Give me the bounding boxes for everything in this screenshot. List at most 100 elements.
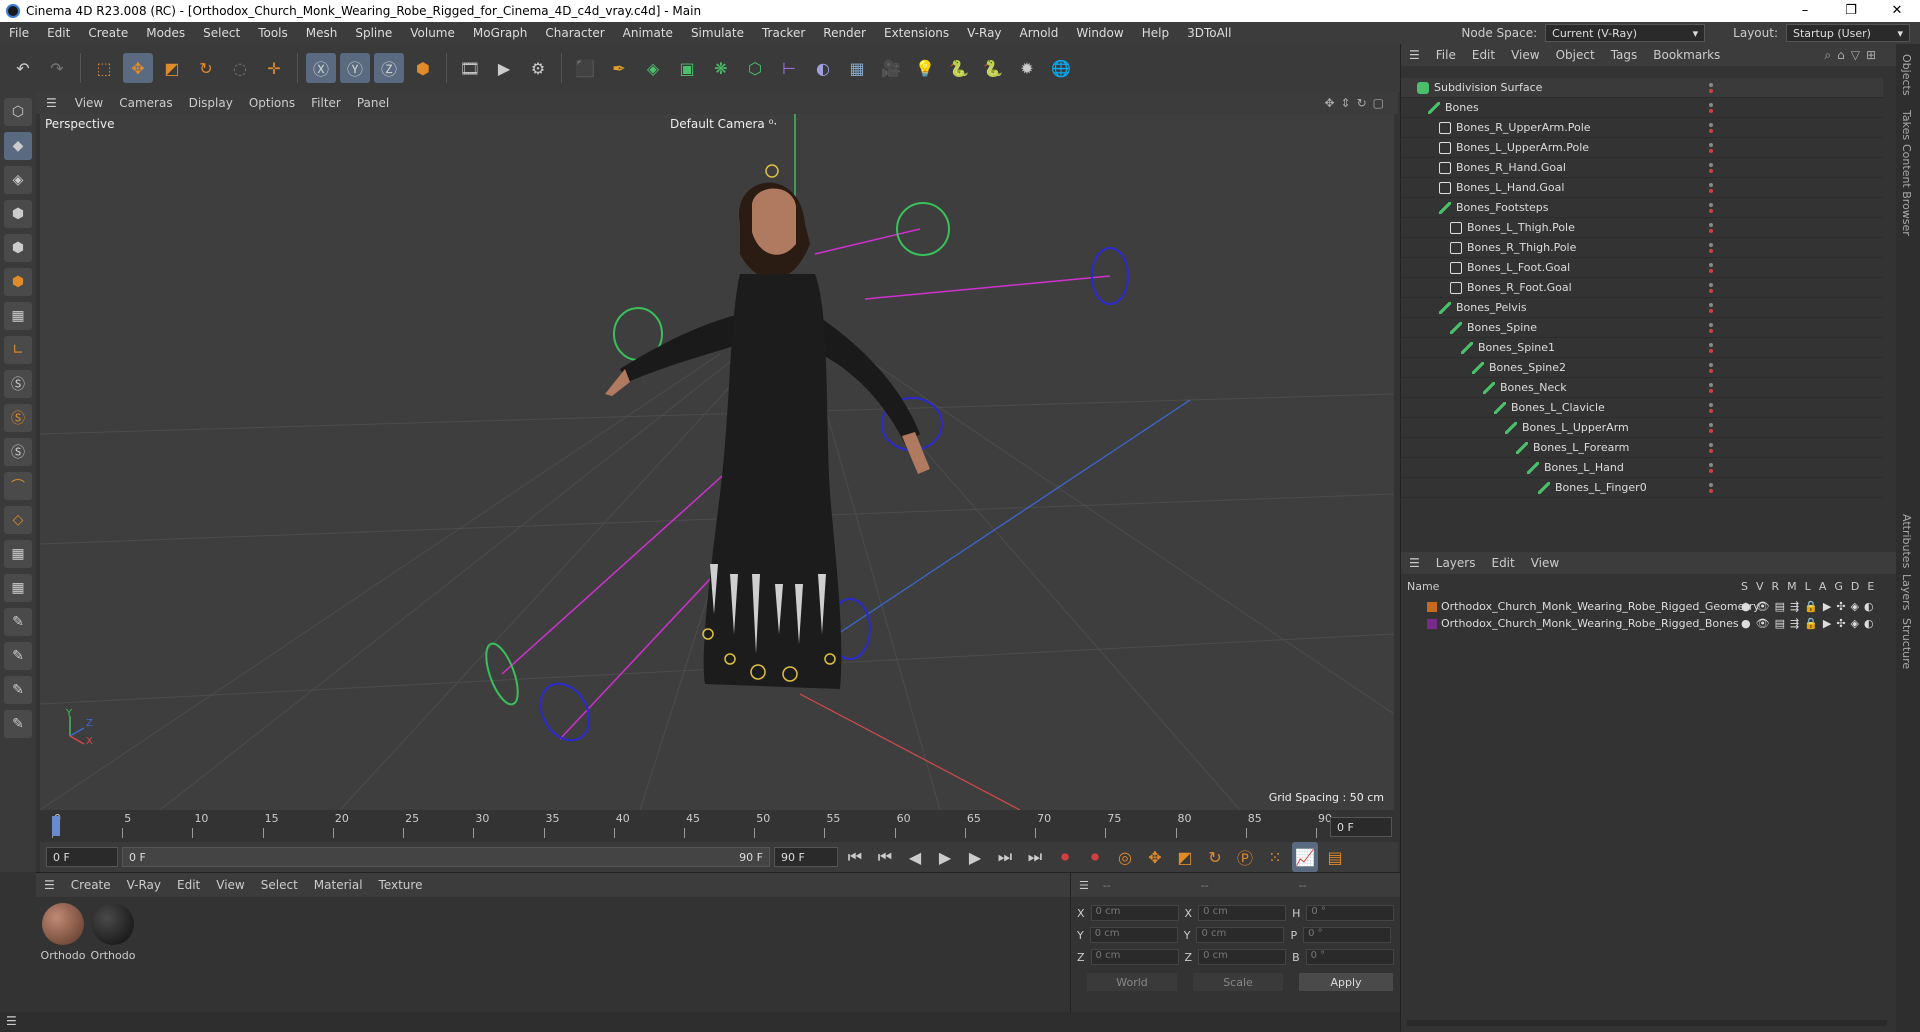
object-row[interactable]: Bones_L_Hand <box>1401 458 1883 478</box>
object-row[interactable]: Bones_Spine <box>1401 318 1883 338</box>
tab-content-browser[interactable]: Content Browser <box>1900 144 1913 236</box>
layer-flag-icons[interactable]: ●👁▤⇶🔒▶✣◈◐ <box>1741 600 1879 613</box>
viewport-menu-cameras[interactable]: Cameras <box>111 96 180 110</box>
om-menu-edit[interactable]: Edit <box>1464 48 1503 62</box>
size-z-field[interactable]: 0 cm <box>1198 949 1287 965</box>
menu-simulate[interactable]: Simulate <box>682 26 753 40</box>
edges-mode-icon[interactable]: ⬢ <box>4 234 32 262</box>
sculpt-icon[interactable]: ✎ <box>4 676 32 704</box>
motion-clip-icon[interactable]: ▤ <box>1322 842 1348 872</box>
polygons-mode-icon[interactable]: ⬢ <box>4 268 32 296</box>
snap-settings-icon[interactable]: Ⓢ <box>4 404 32 432</box>
object-row[interactable]: Subdivision Surface <box>1401 78 1883 98</box>
layers-menu-edit[interactable]: Edit <box>1483 556 1522 570</box>
hamburger-icon[interactable]: ☰ <box>1071 879 1097 892</box>
visibility-dots[interactable] <box>1709 102 1713 113</box>
object-row[interactable]: Bones_L_Clavicle <box>1401 398 1883 418</box>
menu-create[interactable]: Create <box>79 26 137 40</box>
visibility-dots[interactable] <box>1709 262 1713 273</box>
close-button[interactable]: ✕ <box>1874 0 1920 22</box>
transform-tool-icon[interactable]: ◌ <box>225 53 255 83</box>
visibility-dots[interactable] <box>1709 442 1713 453</box>
tab-attributes[interactable]: Attributes <box>1900 514 1913 568</box>
layer-color-swatch[interactable] <box>1427 618 1437 629</box>
visibility-dots[interactable] <box>1709 382 1713 393</box>
object-row[interactable]: Bones_L_Hand.Goal <box>1401 178 1883 198</box>
size-y-field[interactable]: 0 cm <box>1196 927 1285 943</box>
coordinate-mode-dropdown[interactable]: World <box>1087 973 1177 991</box>
camera-icon[interactable]: 🎥 <box>876 53 906 83</box>
points-mode-icon[interactable]: ⬢ <box>4 200 32 228</box>
live-selection-icon[interactable]: ⬚ <box>89 53 119 83</box>
material-menu-create[interactable]: Create <box>63 878 119 892</box>
deformer-icon[interactable]: ⊢ <box>774 53 804 83</box>
visibility-dots[interactable] <box>1709 122 1713 133</box>
texture-mode-icon[interactable]: ◈ <box>4 166 32 194</box>
key-parameter-icon[interactable]: Ⓟ <box>1232 842 1258 872</box>
om-menu-bookmarks[interactable]: Bookmarks <box>1645 48 1728 62</box>
key-pla-icon[interactable]: ⁙ <box>1262 842 1288 872</box>
coordinate-system-icon[interactable]: ⬢ <box>408 53 438 83</box>
object-row[interactable]: Bones_Spine1 <box>1401 338 1883 358</box>
rotation-p-field[interactable]: 0 ° <box>1303 927 1392 943</box>
menu-mesh[interactable]: Mesh <box>297 26 347 40</box>
layer-color-swatch[interactable] <box>1427 601 1437 612</box>
menu-character[interactable]: Character <box>536 26 613 40</box>
vray-settings-icon[interactable]: ✹ <box>1012 53 1042 83</box>
object-row[interactable]: Bones_Spine2 <box>1401 358 1883 378</box>
visibility-dots[interactable] <box>1709 82 1713 93</box>
minimize-button[interactable]: – <box>1782 0 1828 22</box>
render-view-icon[interactable]: ▶ <box>489 53 519 83</box>
object-row[interactable]: Bones_R_Foot.Goal <box>1401 278 1883 298</box>
workplane-icon[interactable]: ◇ <box>4 506 32 534</box>
menu-modes[interactable]: Modes <box>137 26 194 40</box>
world-axis-icon[interactable]: ✛ <box>259 53 289 83</box>
scale-mode-dropdown[interactable]: Scale <box>1193 973 1283 991</box>
uv-mode-icon[interactable]: ▦ <box>4 302 32 330</box>
timeline-ruler[interactable]: 051015202530354045505560657075808590 0 F <box>40 812 1398 842</box>
viewport-nav-icons[interactable]: ✥⇕↻▢ <box>1324 96 1390 110</box>
boole-icon[interactable]: ⬡ <box>740 53 770 83</box>
go-to-start-icon[interactable]: ⏮ <box>842 842 868 872</box>
layer-flag-icons[interactable]: ●👁▤⇶🔒▶✣◈◐ <box>1741 617 1879 630</box>
menu-vray[interactable]: V-Ray <box>958 26 1010 40</box>
material-menu-edit[interactable]: Edit <box>169 878 208 892</box>
render-settings-icon[interactable]: ⚙ <box>523 53 553 83</box>
menu-spline[interactable]: Spline <box>346 26 401 40</box>
snap-icon[interactable]: Ⓢ <box>4 370 32 398</box>
om-menu-file[interactable]: File <box>1428 48 1464 62</box>
key-rotation-icon[interactable]: ↻ <box>1202 842 1228 872</box>
object-row[interactable]: Bones_L_UpperArm <box>1401 418 1883 438</box>
menu-volume[interactable]: Volume <box>401 26 464 40</box>
menu-tools[interactable]: Tools <box>249 26 297 40</box>
brush-icon[interactable]: ✎ <box>4 642 32 670</box>
viewport-menu-view[interactable]: View <box>67 96 111 110</box>
visibility-dots[interactable] <box>1709 342 1713 353</box>
key-position-icon[interactable]: ✥ <box>1142 842 1168 872</box>
quantize-icon[interactable]: Ⓢ <box>4 438 32 466</box>
magnet-icon[interactable]: ⌒ <box>4 472 32 500</box>
object-row[interactable]: Bones_R_Hand.Goal <box>1401 158 1883 178</box>
play-icon[interactable]: ▶ <box>932 842 958 872</box>
hamburger-icon[interactable]: ☰ <box>36 96 67 110</box>
tab-structure[interactable]: Structure <box>1900 618 1913 669</box>
visibility-dots[interactable] <box>1709 242 1713 253</box>
om-search-icons[interactable]: ⌕⌂▽⊞ <box>1824 48 1882 63</box>
viewport-camera-label[interactable]: Default Camera ⁰· <box>670 117 777 131</box>
visibility-dots[interactable] <box>1709 162 1713 173</box>
python-icon[interactable]: 🐍 <box>944 53 974 83</box>
apply-button[interactable]: Apply <box>1299 973 1393 991</box>
cube-icon[interactable]: ⬛ <box>570 53 600 83</box>
material-menu-select[interactable]: Select <box>253 878 306 892</box>
light-icon[interactable]: 💡 <box>910 53 940 83</box>
next-key-icon[interactable]: ⏭ <box>992 842 1018 872</box>
axis-mode-icon[interactable]: ∟ <box>4 336 32 364</box>
layer-row[interactable]: Orthodox_Church_Monk_Wearing_Robe_Rigged… <box>1401 615 1897 632</box>
menu-arnold[interactable]: Arnold <box>1011 26 1068 40</box>
menu-help[interactable]: Help <box>1133 26 1178 40</box>
menu-select[interactable]: Select <box>194 26 249 40</box>
autokey-icon[interactable]: ⏺ <box>1082 842 1108 872</box>
hamburger-icon[interactable]: ☰ <box>1401 556 1428 570</box>
om-menu-view[interactable]: View <box>1503 48 1547 62</box>
visibility-dots[interactable] <box>1709 182 1713 193</box>
